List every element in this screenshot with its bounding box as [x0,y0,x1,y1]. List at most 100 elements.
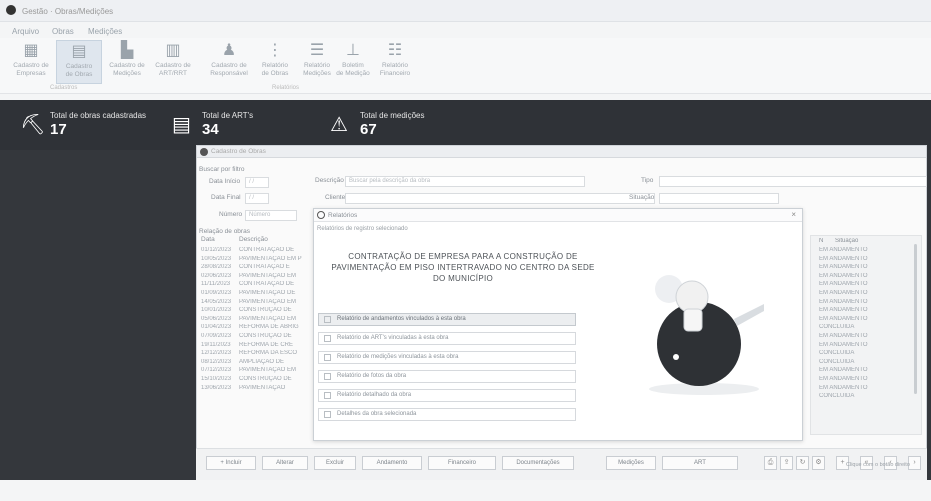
option-medicoes[interactable]: Relatório de medições vinculadas à esta … [318,351,576,364]
export-icon[interactable]: ⇪ [780,456,793,470]
right-list-scrollbar[interactable] [914,244,917,394]
list-item[interactable]: 19/11/2023 REFORMA DE CRE [201,342,313,351]
date-end-field[interactable]: / / [245,193,269,204]
ribbon-button-empresas[interactable]: ▦ Cadastro de Empresas [8,40,54,84]
right-list-item[interactable]: EM ANDAMENTO [819,247,909,256]
right-list-item[interactable]: CONCLUÍDA [819,324,909,333]
description-field[interactable]: Buscar pela descrição da obra [345,176,585,187]
report-icon: ⋮ [267,42,283,59]
incluir-button[interactable]: + Incluir [206,456,256,470]
list-item[interactable]: 05/06/2023 PAVIMENTAÇÃO EM [201,316,313,325]
list-icon: ☰ [309,42,325,59]
andamento-button[interactable]: Andamento [362,456,422,470]
list-item-description: PAVIMENTAÇÃO EM [239,315,297,322]
tab-medicoes[interactable]: Medições [88,27,122,36]
list-item[interactable]: 11/11/2023 CONTRATAÇÃO DE [201,281,313,290]
right-list-item[interactable]: EM ANDAMENTO [819,290,909,299]
list-item[interactable]: 10/01/2023 CONSTRUÇÃO DE [201,307,313,316]
financeiro-button[interactable]: Financeiro [428,456,496,470]
tab-arquivo[interactable]: Arquivo [12,27,39,36]
filter-title: Buscar por filtro [199,166,245,173]
list-item-description: CONTRATAÇÃO E [239,264,290,271]
ribbon-label: Cadastro de Empresas [13,62,49,77]
ribbon-button-responsavel[interactable]: ♟ Cadastro de Responsável [206,40,252,84]
ribbon-label: Cadastro de Obras [65,63,93,78]
right-list-item[interactable]: EM ANDAMENTO [819,367,909,376]
right-list-item[interactable]: EM ANDAMENTO [819,316,909,325]
list-item[interactable]: 14/05/2023 PAVIMENTAÇÃO EM [201,299,313,308]
title-bar: Gestão · Obras/Medições [0,0,931,22]
alterar-button[interactable]: Alterar [262,456,308,470]
right-list-item[interactable]: EM ANDAMENTO [819,333,909,342]
list-item-description: CONTRATAÇÃO DE [239,281,295,288]
table-icon: ☷ [387,42,403,59]
right-list-item[interactable]: EM ANDAMENTO [819,273,909,282]
right-list-item[interactable]: EM ANDAMENTO [819,256,909,265]
list-item[interactable]: 07/09/2023 CONSTRUÇÃO DE [201,333,313,342]
client-label: Cliente [325,194,346,201]
right-list-item[interactable]: EM ANDAMENTO [819,376,909,385]
right-list-item[interactable]: EM ANDAMENTO [819,299,909,308]
ribbon-label: Cadastro de Responsável [210,62,248,77]
list-item[interactable]: 15/10/2023 CONSTRUÇÃO DE [201,376,313,385]
situation-field[interactable] [659,193,779,204]
report-option-icon [324,316,331,323]
bottom-toolbar: + Incluir Alterar Excluir Andamento Fina… [196,448,927,480]
list-item-date: 15/10/2023 [201,376,232,382]
settings-icon[interactable]: ⚙ [812,456,825,470]
option-andamentos[interactable]: Relatório de andamentos vinculados à est… [318,313,576,326]
refresh-icon[interactable]: ↻ [796,456,809,470]
right-list-item[interactable]: CONCLUÍDA [819,359,909,368]
list-item[interactable]: 10/05/2023 PAVIMENTAÇÃO EM P [201,256,313,265]
list-item[interactable]: 12/12/2023 REFORMA DA ESCO [201,350,313,359]
ribbon-button-boletim[interactable]: ⊥ Boletim de Medição [330,40,376,84]
right-list-item[interactable]: EM ANDAMENTO [819,342,909,351]
list-item-description: CONSTRUÇÃO DE [239,307,292,314]
ribbon-button-obras[interactable]: ▤ Cadastro de Obras [56,40,102,84]
close-icon[interactable]: × [791,210,796,219]
medicoes-button[interactable]: Medições [606,456,656,470]
option-label: Relatório detalhado da obra [337,392,412,398]
list-item[interactable]: 08/12/2023 AMPLIAÇÃO DE [201,359,313,368]
right-list-item[interactable]: EM ANDAMENTO [819,307,909,316]
excluir-button[interactable]: Excluir [314,456,356,470]
right-list-item[interactable]: EM ANDAMENTO [819,385,909,394]
right-list-item[interactable]: CONCLUÍDA [819,393,909,402]
client-field[interactable] [345,193,655,204]
right-list-item[interactable]: EM ANDAMENTO [819,281,909,290]
list-item[interactable]: 13/06/2023 PAVIMENTAÇÃO [201,385,313,394]
window-titlebar[interactable]: Cadastro de Obras [197,146,926,158]
art-button[interactable]: ART [662,456,738,470]
right-list-item[interactable]: CONCLUÍDA [819,350,909,359]
option-detalhes[interactable]: Detalhes da obra selecionada [318,408,576,421]
ribbon-button-relatorio-obras[interactable]: ⋮ Relatório de Obras [252,40,298,84]
stat-total-obras: ⛏ Total de obras cadastradas 17 [20,106,180,144]
app-title: Gestão · Obras/Medições [22,7,114,16]
list-item[interactable]: 28/08/2023 CONTRATAÇÃO E [201,264,313,273]
stat-label: Total de obras cadastradas [50,111,147,120]
documentacoes-button[interactable]: Documentações [502,456,574,470]
option-fotos[interactable]: Relatório de fotos da obra [318,370,576,383]
number-field[interactable]: Número [245,210,297,221]
right-list-item[interactable]: EM ANDAMENTO [819,264,909,273]
dialog-header[interactable]: Relatórios × [314,209,802,222]
ribbon-button-financeiro[interactable]: ☷ Relatório Financeiro [372,40,418,84]
option-label: Relatório de ART's vinculadas à esta obr… [337,335,449,341]
list-item[interactable]: 01/04/2023 REFORMA DE ABRIG [201,324,313,333]
date-start-field[interactable]: / / [245,177,269,188]
option-detalhado[interactable]: Relatório detalhado da obra [318,389,576,402]
ribbon-label: Boletim de Medição [336,62,370,77]
list-item[interactable]: 02/06/2023 PAVIMENTAÇÃO EM [201,273,313,282]
ribbon-button-art[interactable]: ▥ Cadastro de ART/RRT [150,40,196,84]
list-item[interactable]: 01/09/2023 PAVIMENTAÇÃO DE [201,290,313,299]
option-arts[interactable]: Relatório de ART's vinculadas à esta obr… [318,332,576,345]
list-item[interactable]: 07/12/2023 PAVIMENTAÇÃO EM [201,367,313,376]
next-icon[interactable]: › [908,456,921,470]
ribbon-button-medicoes[interactable]: ▙ Cadastro de Medições [104,40,150,84]
print-icon[interactable]: ⎙ [764,456,777,470]
list-item[interactable]: 01/12/2023 CONTRATAÇÃO DE [201,247,313,256]
type-field[interactable] [659,176,927,187]
window-title: Cadastro de Obras [211,148,266,155]
list-item-date: 12/12/2023 [201,350,232,357]
tab-obras[interactable]: Obras [52,27,74,36]
